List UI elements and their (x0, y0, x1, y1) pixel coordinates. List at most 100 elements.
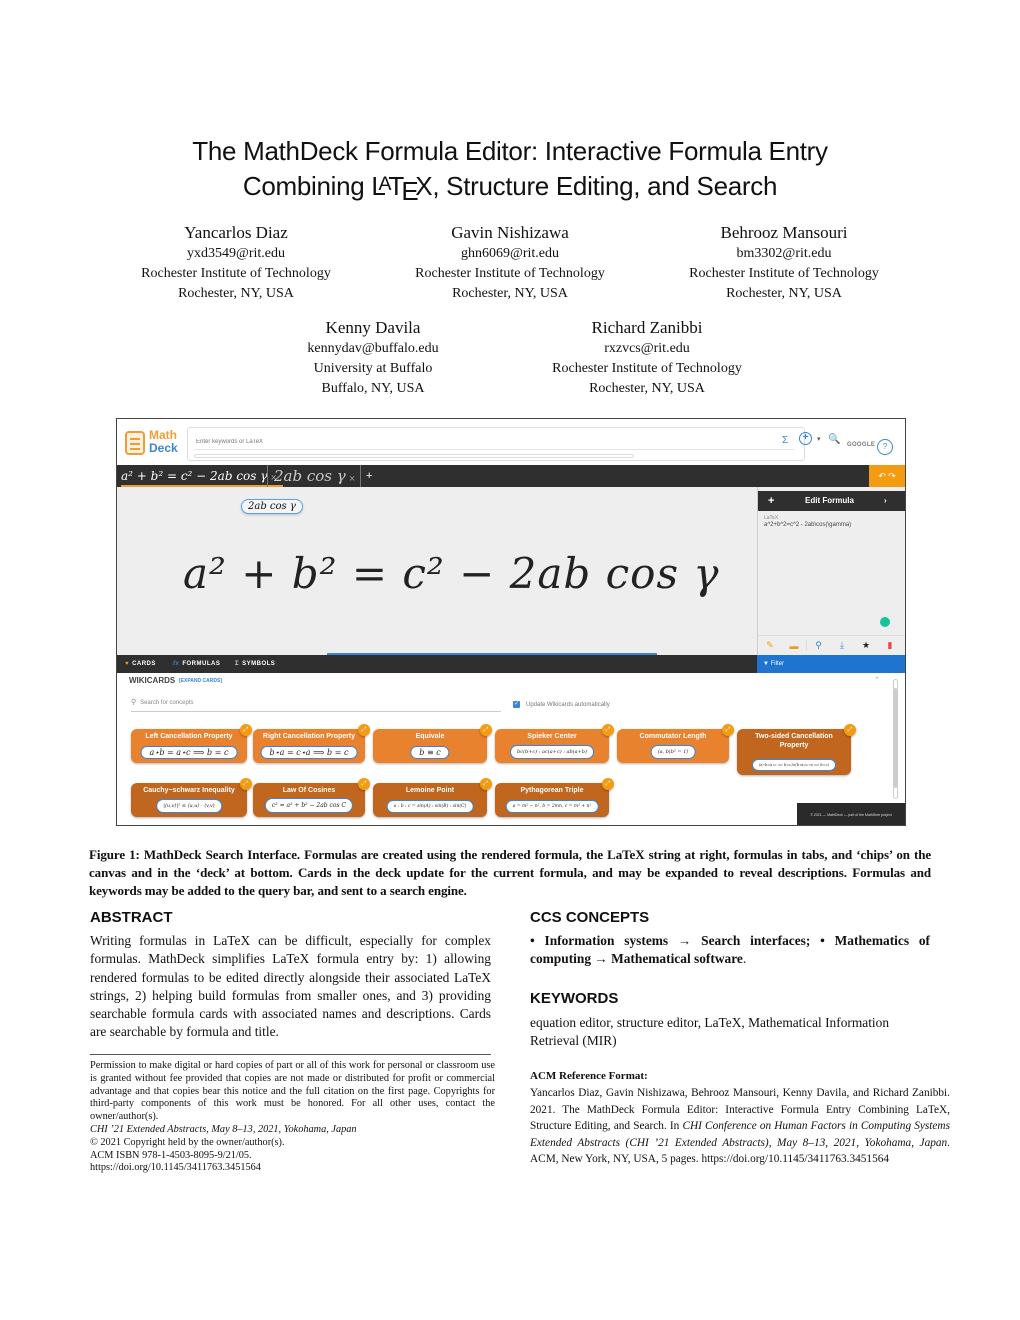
pencil-icon[interactable]: ✎ (758, 640, 782, 651)
paper-title: The MathDeck Formula Editor: Interactive… (0, 135, 1020, 208)
card-formula-chip[interactable]: (a⋆b=a⋆c ⟹ b=c)∧(b⋆a=c⋆a ⟹ b=c) (752, 759, 836, 771)
author-block: Gavin Nishizawa ghn6069@rit.edu Rocheste… (373, 222, 647, 304)
expand-icon[interactable]: ⤢ (480, 778, 492, 790)
formula-card[interactable]: Commutator Length ⟨a, b|b² = 1⟩ ⤢ (617, 724, 734, 763)
grammarly-icon[interactable] (880, 617, 890, 627)
search-icon[interactable]: 🔍 (828, 434, 840, 445)
latex-field-label: LaTeX (764, 515, 779, 521)
author-email[interactable]: rxzvcs@rit.edu (510, 339, 784, 359)
query-bar (187, 427, 805, 461)
query-input[interactable] (194, 434, 794, 450)
formula-canvas[interactable]: 2ab cos γ a² + b² = c² − 2ab cos γ (117, 487, 757, 655)
formula-card[interactable]: Left Cancellation Property a⋆b = a⋆c ⟹ b… (131, 724, 252, 763)
expand-icon[interactable]: ⤢ (480, 724, 492, 736)
function-icon: fx (173, 661, 180, 667)
card-title: Two-sided Cancellation Property (755, 733, 833, 749)
expand-icon[interactable]: ⤢ (602, 724, 614, 736)
expand-icon[interactable]: ⤢ (240, 778, 252, 790)
formula-card[interactable]: Right Cancellation Property b⋆a = c⋆a ⟹ … (253, 724, 370, 763)
card-title: Commutator Length (639, 733, 707, 740)
tab-symbols[interactable]: Σ SYMBOLS (235, 655, 275, 673)
undo-redo-buttons[interactable]: ↶ ↷ (869, 465, 905, 487)
card-formula-chip[interactable]: c² = a² + b² − 2ab cos C (264, 798, 354, 813)
expand-icon[interactable]: ⤢ (358, 724, 370, 736)
author-block: Kenny Davila kennydav@buffalo.edu Univer… (236, 317, 510, 399)
card-formula-chip[interactable]: b⋆a = c⋆a ⟹ b = c (260, 746, 358, 759)
author-name: Yancarlos Diaz (184, 223, 288, 242)
search-icon[interactable]: ⚲ (806, 640, 830, 651)
card-formula-chip[interactable]: ⟨a, b|b² = 1⟩ (650, 745, 696, 759)
formula-card[interactable]: Lemoine Point a : b : c = sin(A) : sin(B… (373, 778, 492, 817)
keywords-heading: KEYWORDS (530, 990, 619, 1007)
latex-field[interactable]: a^2+b^2=c^2 - 2ab\cos(\gamma) (764, 522, 851, 528)
formula-toolbar: ✎ ▬ ⚲ ⤓ ★ ▮ (758, 635, 905, 655)
permission-text: Permission to make digital or hard copie… (90, 1060, 495, 1123)
add-tab-button[interactable]: + (360, 465, 372, 487)
formula-tab[interactable]: 2ab cos γ × (267, 465, 361, 487)
concept-search-input[interactable]: ⚲ Search for concepts (131, 698, 501, 712)
formula-card[interactable]: Cauchy−schwarz Inequality |⟨u,v⟩|² ≤ ⟨u,… (131, 778, 252, 817)
author-row-1: Yancarlos Diaz yxd3549@rit.edu Rochester… (0, 222, 1020, 304)
sigma-icon: Σ (235, 661, 240, 667)
rendered-formula[interactable]: a² + b² = c² − 2ab cos γ (183, 549, 719, 598)
author-email[interactable]: ghn6069@rit.edu (373, 244, 647, 264)
tab-cards[interactable]: ♥ CARDS (125, 655, 156, 673)
formula-card[interactable]: Law Of Cosines c² = a² + b² − 2ab cos C … (253, 778, 370, 817)
author-affiliation: Rochester Institute of Technology (415, 266, 605, 281)
deck-icon (125, 431, 145, 455)
formula-card[interactable]: Spieker Center bc(b+c) : ac(a+c) : ab(a+… (495, 724, 614, 763)
title-line-2-pre: Combining (242, 170, 372, 201)
abstract-text: Writing formulas in LaTeX can be difficu… (90, 933, 491, 1040)
query-progress-track (194, 454, 634, 458)
download-icon[interactable]: ⤓ (830, 640, 854, 651)
chevron-down-icon[interactable]: ▾ (817, 435, 821, 443)
card-formula-chip[interactable]: a = m² − n², b = 2mn, c = m² + n² (505, 800, 599, 813)
card-formula-chip[interactable]: |⟨u,v⟩|² ≤ ⟨u,u⟩ · ⟨v,v⟩ (156, 799, 222, 813)
author-email[interactable]: yxd3549@rit.edu (99, 244, 373, 264)
author-name: Richard Zanibbi (591, 318, 703, 337)
expand-icon[interactable]: ⤢ (722, 724, 734, 736)
trash-icon[interactable]: ▮ (878, 640, 902, 651)
help-icon[interactable]: ? (877, 439, 893, 455)
search-engine-button[interactable]: GOOGLE (847, 442, 875, 448)
star-icon[interactable]: ★ (854, 640, 878, 651)
close-icon[interactable]: × (349, 474, 356, 483)
sigma-icon[interactable]: Σ (782, 435, 788, 446)
expand-icon[interactable]: ⤢ (844, 724, 856, 736)
expand-icon[interactable]: ⤢ (602, 778, 614, 790)
deck-scrollbar[interactable] (893, 679, 898, 799)
formula-chip[interactable]: 2ab cos γ (241, 499, 303, 514)
card-formula-chip[interactable]: a⋆b = a⋆c ⟹ b = c (140, 746, 238, 759)
card-formula-chip[interactable]: a : b : c = sin(A) : sin(B) : sin(C) (386, 800, 474, 813)
image-icon[interactable]: ▬ (782, 641, 806, 651)
mathseer-footer-badge[interactable]: © 2021 — MathDeck — part of the MathSeer… (797, 803, 905, 825)
expand-cards-link[interactable]: [EXPAND CARDS] (179, 678, 222, 684)
update-wikicards-checkbox[interactable]: ✓ Update Wikicards automatically (513, 701, 610, 708)
doi-link[interactable]: https://doi.org/10.1145/3411763.3451564 (90, 1162, 495, 1175)
plus-icon[interactable]: + (768, 491, 774, 511)
filter-label: Filter (770, 661, 784, 667)
latex-x: X (415, 170, 433, 201)
card-formula-chip[interactable]: b ≡ c (410, 746, 450, 759)
logo-text: Math Deck (149, 429, 178, 455)
card-formula-chip[interactable]: bc(b+c) : ac(a+c) : ab(a+b) (510, 745, 594, 759)
expand-icon[interactable]: ⤢ (240, 724, 252, 736)
formula-card[interactable]: Two-sided Cancellation Property (a⋆b=a⋆c… (737, 724, 856, 775)
wikicards-deck: WIKICARDS [EXPAND CARDS] ⌃ ⚲ Search for c… (117, 673, 905, 825)
chevron-right-icon[interactable]: › (884, 491, 887, 511)
formula-card[interactable]: Equivale b ≡ c ⤢ (373, 724, 492, 763)
formula-tab-active[interactable]: a² + b² = c² − 2ab cos γ × (121, 465, 284, 487)
author-email[interactable]: kennydav@buffalo.edu (236, 339, 510, 359)
acm-reference-heading: ACM Reference Format: (530, 1070, 648, 1082)
add-to-query-icon[interactable]: + (799, 432, 812, 445)
chevron-up-icon[interactable]: ⌃ (874, 676, 880, 684)
mathdeck-logo[interactable]: Math Deck (125, 429, 183, 457)
expand-icon[interactable]: ⤢ (358, 778, 370, 790)
filter-button[interactable]: ▼ Filter (757, 655, 905, 673)
author-email[interactable]: bm3302@rit.edu (647, 244, 921, 264)
tab-formulas[interactable]: fx FORMULAS (173, 655, 220, 673)
tab-label: CARDS (132, 661, 156, 667)
card-title: Spieker Center (527, 733, 577, 740)
formula-card[interactable]: Pythagorean Triple a = m² − n², b = 2mn,… (495, 778, 614, 817)
author-affiliation: University at Buffalo (313, 361, 433, 376)
